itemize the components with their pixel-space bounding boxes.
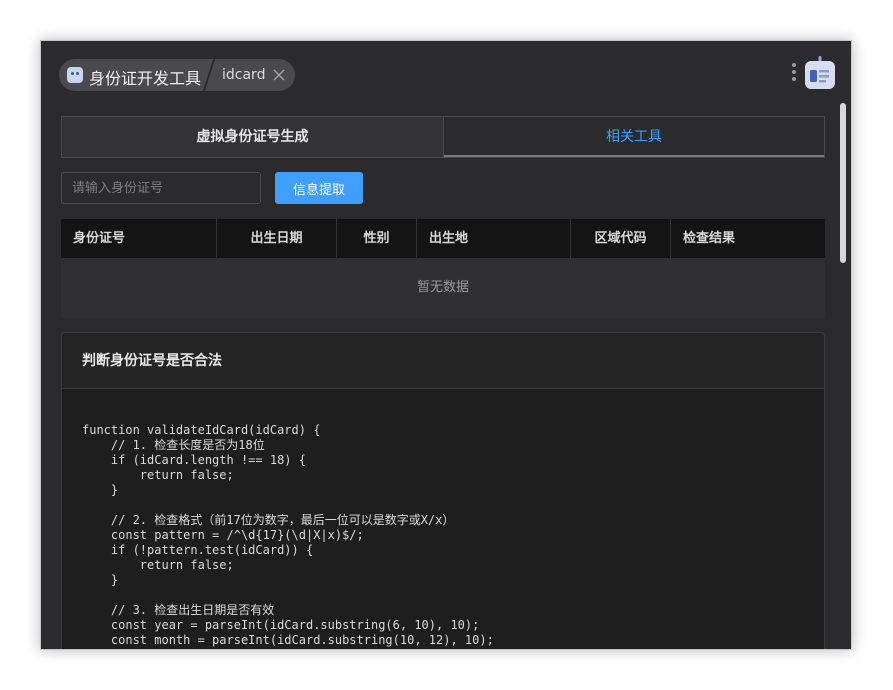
robot-icon[interactable] <box>803 55 837 91</box>
column-header-birthplace: 出生地 <box>417 219 571 258</box>
column-header-region-code: 区域代码 <box>571 219 671 258</box>
sub-page-title[interactable]: idcard <box>222 67 265 83</box>
validation-code-card: 判断身份证号是否合法 function validateIdCard(idCar… <box>61 332 825 649</box>
breadcrumb-divider <box>202 59 216 91</box>
title-bar: 身份证开发工具 idcard <box>41 41 851 103</box>
close-icon[interactable] <box>272 68 286 82</box>
column-header-check-result: 检查结果 <box>683 231 736 246</box>
app-robot-icon <box>67 67 83 83</box>
table-empty-text: 暂无数据 <box>61 258 825 318</box>
app-title[interactable]: 身份证开发工具 <box>89 65 201 89</box>
more-vertical-icon[interactable] <box>791 63 797 85</box>
scrollbar-thumb[interactable] <box>840 103 846 263</box>
breadcrumb: 身份证开发工具 idcard <box>59 59 295 91</box>
tab-virtual-id-generate[interactable]: 虚拟身份证号生成 <box>62 117 444 157</box>
tab-bar: 虚拟身份证号生成 相关工具 <box>61 116 825 158</box>
id-number-input[interactable] <box>61 172 261 204</box>
column-header-gender: 性别 <box>337 219 417 258</box>
column-header-birth-date: 出生日期 <box>217 219 337 258</box>
app-window: 身份证开发工具 idcard 虚拟身份证号生成 相关工具 信息提取 <box>40 40 852 650</box>
extract-info-button[interactable]: 信息提取 <box>275 172 363 204</box>
table-header: 身份证号 出生日期 性别 出生地 区域代码 检查结果 <box>61 219 825 258</box>
tab-related-tools[interactable]: 相关工具 <box>444 117 824 157</box>
code-block: function validateIdCard(idCard) { // 1. … <box>82 423 494 647</box>
result-table: 身份证号 出生日期 性别 出生地 区域代码 检查结果 暂无数据 <box>61 219 825 318</box>
card-title: 判断身份证号是否合法 <box>62 333 824 389</box>
column-header-id-number: 身份证号 <box>61 219 217 258</box>
